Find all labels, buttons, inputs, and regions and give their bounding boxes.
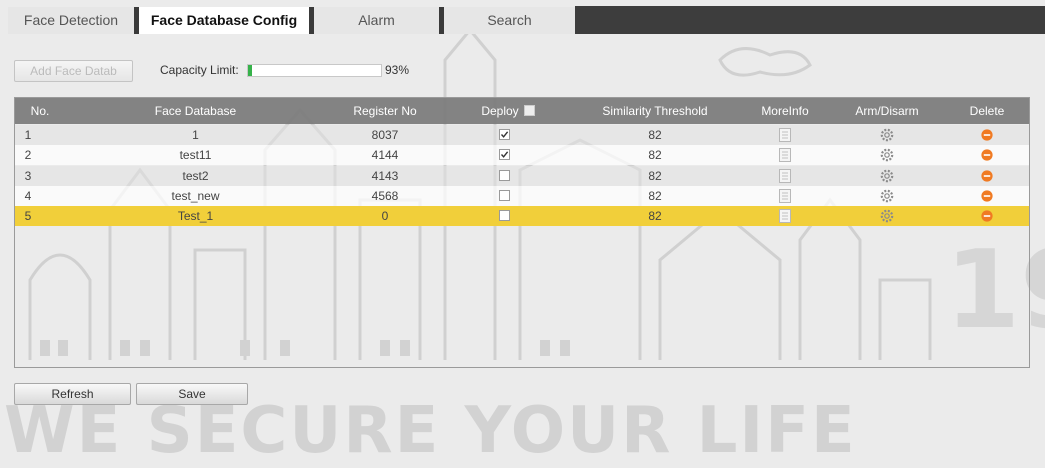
- tab-face-detection[interactable]: Face Detection: [8, 7, 134, 34]
- cell-face-database: Test_1: [177, 209, 214, 224]
- cell-similarity-threshold: 82: [648, 209, 662, 224]
- watermark-slogan: WE SECURE YOUR LIFE: [4, 394, 857, 468]
- cell-similarity-threshold: 82: [648, 168, 662, 183]
- tab-face-database-config[interactable]: Face Database Config: [139, 7, 309, 34]
- header-similarity-threshold: Similarity Threshold: [602, 104, 708, 118]
- minus-circle-icon[interactable]: [981, 169, 993, 182]
- minus-circle-icon[interactable]: [981, 129, 993, 141]
- document-icon[interactable]: [779, 148, 791, 163]
- cell-register-no: 4568: [371, 188, 399, 203]
- deploy-checkbox[interactable]: [499, 189, 510, 201]
- tab-bar: Face Detection Face Database Config Alar…: [0, 0, 1045, 34]
- table-row[interactable]: 3 test2 4143 82: [15, 165, 1029, 186]
- gear-icon[interactable]: [879, 147, 895, 163]
- capacity-limit-label: Capacity Limit:: [160, 63, 239, 77]
- document-icon[interactable]: [779, 168, 791, 183]
- refresh-button[interactable]: Refresh: [14, 383, 131, 405]
- cell-register-no: 8037: [371, 128, 399, 142]
- cell-no: 4: [24, 188, 32, 203]
- header-no: No.: [30, 104, 50, 118]
- cell-face-database: test2: [182, 168, 209, 183]
- document-icon[interactable]: [779, 128, 791, 142]
- minus-circle-icon[interactable]: [981, 190, 993, 202]
- tab-alarm[interactable]: Alarm: [314, 7, 439, 34]
- table-row[interactable]: 2 test11 4144 82: [15, 145, 1029, 166]
- cell-register-no: 0: [381, 209, 389, 224]
- capacity-progress-bar: [247, 64, 382, 77]
- cell-face-database: test11: [179, 148, 212, 163]
- save-button[interactable]: Save: [136, 383, 248, 405]
- header-delete: Delete: [969, 104, 1005, 118]
- deploy-checkbox[interactable]: [499, 129, 510, 140]
- deploy-checkbox[interactable]: [499, 149, 510, 161]
- add-face-database-button[interactable]: Add Face Datab: [14, 60, 133, 82]
- minus-circle-icon[interactable]: [981, 149, 993, 161]
- document-icon[interactable]: [779, 188, 791, 203]
- gear-icon[interactable]: [879, 168, 895, 184]
- table-row[interactable]: 5 Test_1 0 82: [15, 206, 1029, 227]
- tab-bar-filler: [575, 6, 1045, 34]
- gear-icon[interactable]: [879, 188, 895, 204]
- header-deploy: Deploy: [481, 104, 519, 118]
- deploy-checkbox[interactable]: [499, 210, 510, 222]
- tab-search[interactable]: Search: [444, 7, 575, 34]
- cell-face-database: 1: [192, 128, 199, 142]
- header-register-no: Register No: [353, 104, 417, 118]
- table-row[interactable]: 1 1 8037 82: [15, 125, 1029, 145]
- document-icon[interactable]: [779, 209, 791, 224]
- minus-circle-icon[interactable]: [981, 210, 993, 222]
- table-row[interactable]: 4 test_new 4568 82: [15, 185, 1029, 206]
- deploy-all-checkbox[interactable]: [524, 105, 535, 116]
- header-face-database: Face Database: [154, 104, 237, 118]
- cell-similarity-threshold: 82: [648, 188, 662, 203]
- table-header: No. Face Database Register No Deploy Sim…: [15, 98, 1029, 124]
- cell-no: 3: [24, 168, 32, 183]
- cell-no: 1: [24, 128, 32, 142]
- deploy-checkbox[interactable]: [499, 169, 510, 181]
- cell-similarity-threshold: 82: [648, 148, 662, 163]
- cell-register-no: 4143: [371, 168, 399, 183]
- header-moreinfo: MoreInfo: [761, 104, 809, 118]
- cell-no: 2: [24, 148, 32, 163]
- cell-register-no: 4144: [371, 148, 399, 163]
- cell-similarity-threshold: 82: [648, 128, 662, 142]
- gear-icon[interactable]: [879, 208, 895, 224]
- cell-face-database: test_new: [171, 188, 220, 203]
- capacity-progress-fill: [248, 65, 252, 76]
- gear-icon[interactable]: [879, 127, 895, 143]
- header-arm-disarm: Arm/Disarm: [855, 104, 919, 118]
- cell-no: 5: [24, 209, 32, 224]
- face-database-table: No. Face Database Register No Deploy Sim…: [14, 97, 1030, 368]
- capacity-percent: 93%: [385, 63, 410, 77]
